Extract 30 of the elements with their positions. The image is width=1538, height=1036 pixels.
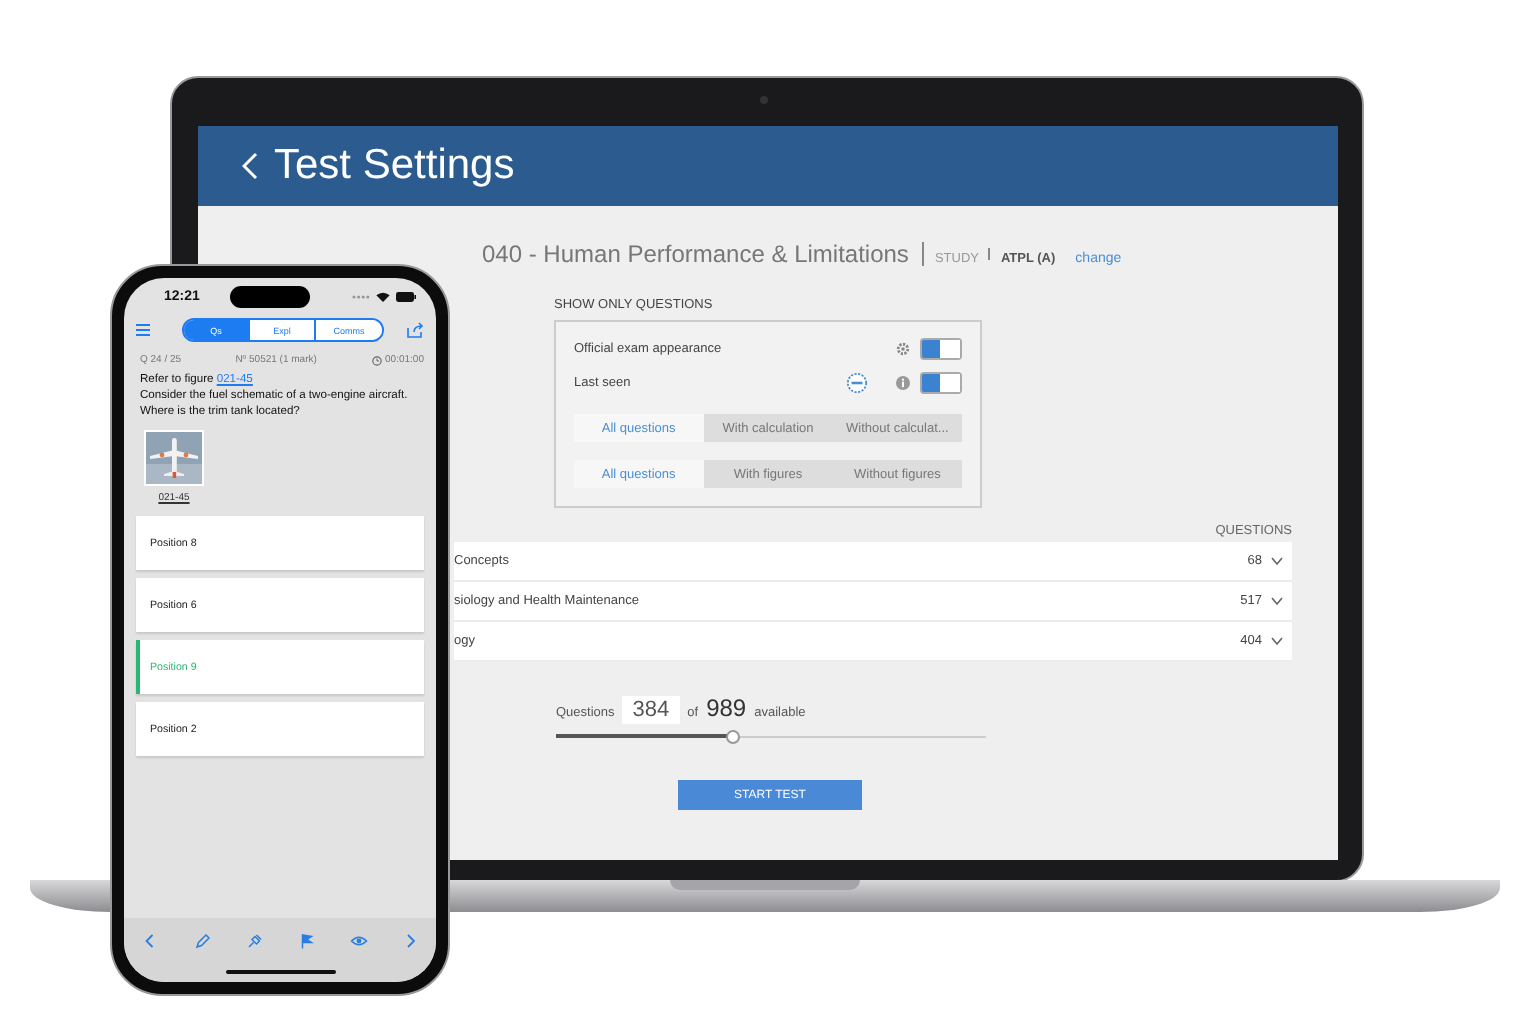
subject-title: 040 - Human Performance & Limitations bbox=[482, 240, 909, 268]
toggle-switch[interactable] bbox=[920, 372, 962, 394]
signal-icon bbox=[352, 293, 370, 299]
info-icon bbox=[896, 376, 910, 390]
back-icon[interactable] bbox=[141, 931, 159, 949]
eye-icon[interactable] bbox=[349, 931, 367, 949]
share-icon[interactable] bbox=[406, 322, 424, 338]
slider-thumb[interactable] bbox=[726, 730, 741, 744]
total-count: 989 bbox=[706, 694, 747, 722]
menu-icon[interactable] bbox=[136, 324, 150, 336]
clock-icon bbox=[371, 355, 382, 365]
count-field[interactable]: 384 bbox=[622, 696, 680, 724]
wifi-icon bbox=[376, 291, 390, 301]
back-icon[interactable] bbox=[242, 152, 258, 180]
forward-icon[interactable] bbox=[401, 931, 419, 949]
chevron-icon bbox=[1270, 636, 1284, 646]
new-badge-icon bbox=[846, 372, 868, 394]
flag-icon[interactable] bbox=[297, 931, 315, 949]
chevron-icon bbox=[1270, 596, 1284, 606]
chevron-icon bbox=[1270, 556, 1284, 566]
page-title: Test Settings bbox=[274, 142, 515, 190]
pencil-icon[interactable] bbox=[193, 931, 211, 949]
battery-icon bbox=[396, 291, 416, 301]
pin-icon[interactable] bbox=[245, 931, 263, 949]
question-slider[interactable] bbox=[556, 730, 986, 746]
figure-thumbnail[interactable] bbox=[144, 430, 204, 487]
home-indicator bbox=[225, 970, 335, 974]
gear-icon bbox=[896, 342, 910, 356]
camera-island bbox=[229, 285, 310, 307]
toggle-switch[interactable] bbox=[920, 338, 962, 360]
